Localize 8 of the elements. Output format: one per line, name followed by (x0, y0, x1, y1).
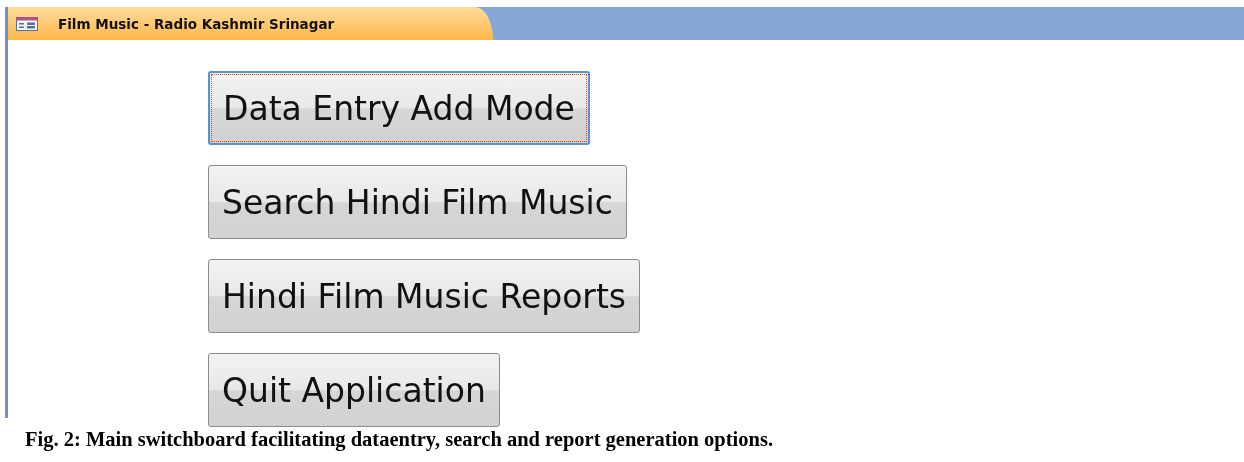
switchboard-button[interactable]: Search Hindi Film Music (208, 165, 627, 239)
form-icon (16, 16, 38, 31)
form-tab[interactable]: Film Music - Radio Kashmir Srinagar (8, 7, 493, 40)
switchboard-button[interactable]: Hindi Film Music Reports (208, 259, 641, 333)
figure-caption: Fig. 2: Main switchboard facilitating dataentry, search and report generation options. (25, 428, 775, 451)
switchboard-button[interactable]: Data Entry Add Mode (208, 71, 590, 145)
window-title: Film Music - Radio Kashmir Srinagar (58, 15, 335, 32)
switchboard-button[interactable]: Quit Application (208, 353, 500, 427)
